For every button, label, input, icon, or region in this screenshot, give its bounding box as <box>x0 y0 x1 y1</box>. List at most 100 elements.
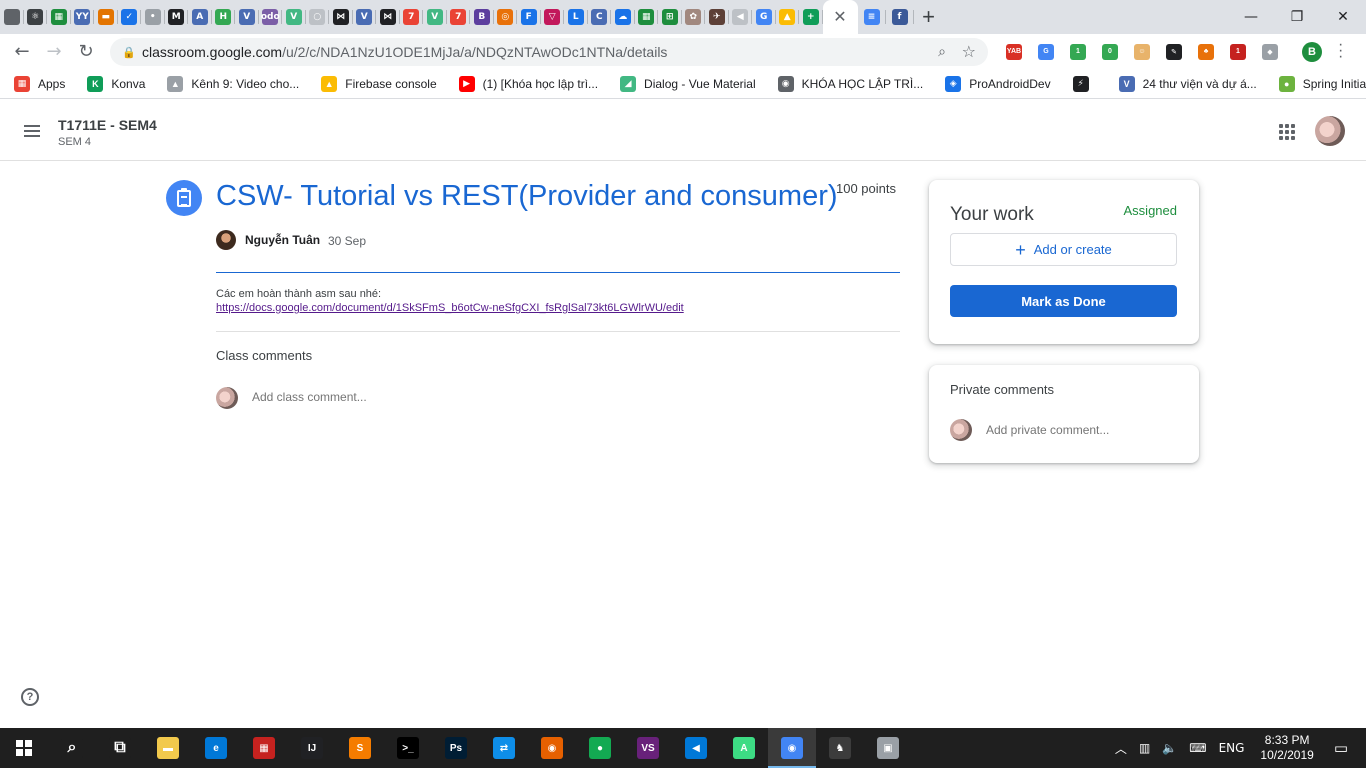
shield-extension-icon[interactable]: 1 <box>1062 34 1094 69</box>
tab[interactable]: F <box>517 0 541 34</box>
back-button[interactable]: ← <box>6 36 38 68</box>
tab[interactable]: 7 <box>447 0 471 34</box>
notification-icon[interactable]: ▭ <box>1334 739 1348 757</box>
tab[interactable]: G <box>752 0 776 34</box>
assignment-doc-link[interactable]: https://docs.google.com/document/d/1SkSF… <box>216 302 684 314</box>
cube-extension-icon[interactable]: ◆ <box>1254 34 1286 69</box>
zoom-icon[interactable]: ⌕ <box>938 43 946 60</box>
tab[interactable]: ○ <box>306 0 330 34</box>
url-text[interactable]: classroom.google.com/u/2/c/NDA1NzU1ODE1M… <box>142 44 667 60</box>
start-button[interactable] <box>0 728 48 768</box>
forward-button[interactable]: → <box>38 36 70 68</box>
vscode-taskbar-button[interactable]: ◀ <box>672 728 720 768</box>
main-menu-icon[interactable] <box>24 125 40 140</box>
sublime-taskbar-button[interactable]: S <box>336 728 384 768</box>
ublock-extension-icon[interactable]: 1 <box>1222 34 1254 69</box>
tab[interactable]: ▦ <box>47 0 71 34</box>
tab[interactable]: C <box>588 0 612 34</box>
file-explorer-taskbar-button[interactable]: ▬ <box>144 728 192 768</box>
tab[interactable]: ◎ <box>494 0 518 34</box>
bookmark-khoahoc[interactable]: ◉ KHÓA HỌC LẬP TRÌ... <box>777 75 923 92</box>
clock[interactable]: 8:33 PM 10/2/2019 <box>1260 733 1313 763</box>
active-tab-close-icon[interactable]: ✕ <box>822 0 858 34</box>
bookmark-youtube[interactable]: ▶ (1) [Khóa học lập trì... <box>458 75 598 92</box>
edge-taskbar-button[interactable]: e <box>192 728 240 768</box>
bookmark-star-icon[interactable]: ☆ <box>962 42 976 62</box>
face-extension-icon[interactable]: ☺ <box>1126 34 1158 69</box>
tab[interactable]: ▲ <box>776 0 800 34</box>
app-red-taskbar-button[interactable]: ▦ <box>240 728 288 768</box>
check-extension-icon[interactable]: 0 <box>1094 34 1126 69</box>
window-close-button[interactable]: ✕ <box>1320 0 1366 34</box>
yab-extension-icon[interactable]: YAB <box>998 34 1030 69</box>
ime-icon[interactable]: ⌨ <box>1189 741 1206 755</box>
tab[interactable]: ☁ <box>611 0 635 34</box>
fox-extension-icon[interactable]: ♣ <box>1190 34 1222 69</box>
app-dark-taskbar-button[interactable]: ♞ <box>816 728 864 768</box>
tab[interactable]: 7 <box>400 0 424 34</box>
tab[interactable]: ▦ <box>635 0 659 34</box>
help-icon[interactable]: ? <box>21 688 39 706</box>
tab[interactable] <box>0 0 24 34</box>
tab[interactable]: M <box>165 0 189 34</box>
tab[interactable]: ⊞ <box>658 0 682 34</box>
tab[interactable]: ✿ <box>682 0 706 34</box>
tab[interactable]: B <box>470 0 494 34</box>
tab[interactable]: f <box>886 0 914 34</box>
tab[interactable]: + <box>799 0 823 34</box>
tab[interactable]: odo <box>259 0 283 34</box>
tab[interactable]: V <box>282 0 306 34</box>
tab[interactable]: ✓ <box>118 0 142 34</box>
google-apps-icon[interactable] <box>1279 124 1295 140</box>
account-avatar[interactable] <box>1315 116 1345 146</box>
address-bar[interactable]: 🔒 classroom.google.com/u/2/c/NDA1NzU1ODE… <box>110 38 988 66</box>
pen-extension-icon[interactable]: ✎ <box>1158 34 1190 69</box>
profile-avatar[interactable]: B <box>1302 42 1322 62</box>
chrome-menu-icon[interactable]: · · · <box>1338 37 1343 65</box>
private-comment-input[interactable] <box>986 423 1186 437</box>
task-view-taskbar-button[interactable]: ⧉ <box>96 728 144 768</box>
minimize-button[interactable]: — <box>1228 0 1274 34</box>
tab[interactable]: L <box>564 0 588 34</box>
bookmark-blank[interactable]: ⚡ <box>1072 75 1097 92</box>
class-comment-input[interactable] <box>252 390 752 404</box>
volume-icon[interactable]: 🔈 <box>1162 741 1177 755</box>
new-tab-button[interactable]: + <box>914 0 944 34</box>
restore-button[interactable]: ❐ <box>1274 0 1320 34</box>
class-title[interactable]: T1711E - SEM4 <box>58 117 157 133</box>
bookmark-firebase[interactable]: ▲ Firebase console <box>321 75 437 92</box>
add-or-create-button[interactable]: + Add or create <box>950 233 1177 266</box>
firefox-taskbar-button[interactable]: ◉ <box>528 728 576 768</box>
bookmark-proandroiddev[interactable]: ◈ ProAndroidDev <box>945 75 1051 92</box>
reload-button[interactable]: ↻ <box>70 36 102 68</box>
visual-studio-taskbar-button[interactable]: VS <box>624 728 672 768</box>
network-icon[interactable]: ▥ <box>1139 741 1150 755</box>
chrome-taskbar-button[interactable]: ◉ <box>768 728 816 768</box>
tab[interactable]: V <box>353 0 377 34</box>
mark-as-done-button[interactable]: Mark as Done <box>950 285 1177 317</box>
tray-chevron-icon[interactable]: ︿ <box>1115 740 1127 757</box>
tab[interactable]: ▽ <box>541 0 565 34</box>
tab[interactable]: ⋈ <box>329 0 353 34</box>
tab[interactable]: ✈ <box>705 0 729 34</box>
bookmark-24thuvien[interactable]: V 24 thư viện và dự á... <box>1118 75 1257 92</box>
teamviewer-taskbar-button[interactable]: ⇄ <box>480 728 528 768</box>
search-taskbar-button[interactable]: ⌕ <box>48 728 96 768</box>
terminal-taskbar-button[interactable]: >_ <box>384 728 432 768</box>
app-photo-taskbar-button[interactable]: ▣ <box>864 728 912 768</box>
bookmark-kenh9[interactable]: ▲ Kênh 9: Video cho... <box>167 75 299 92</box>
tab[interactable]: ◀ <box>729 0 753 34</box>
tab[interactable]: ⋈ <box>376 0 400 34</box>
tab[interactable]: ⚛ <box>24 0 48 34</box>
tab[interactable]: ≡ <box>858 0 886 34</box>
language-indicator[interactable]: ENG <box>1219 741 1245 755</box>
bookmark-dialog[interactable]: ◢ Dialog - Vue Material <box>620 75 756 92</box>
tab[interactable]: • <box>141 0 165 34</box>
tab[interactable]: ▬ <box>94 0 118 34</box>
photoshop-taskbar-button[interactable]: Ps <box>432 728 480 768</box>
bookmark-apps[interactable]: ▦ Apps <box>14 75 65 92</box>
tab[interactable]: YY <box>71 0 95 34</box>
bookmark-spring[interactable]: ● Spring Initializr <box>1278 75 1366 92</box>
tab[interactable]: V <box>235 0 259 34</box>
tab[interactable]: H <box>212 0 236 34</box>
